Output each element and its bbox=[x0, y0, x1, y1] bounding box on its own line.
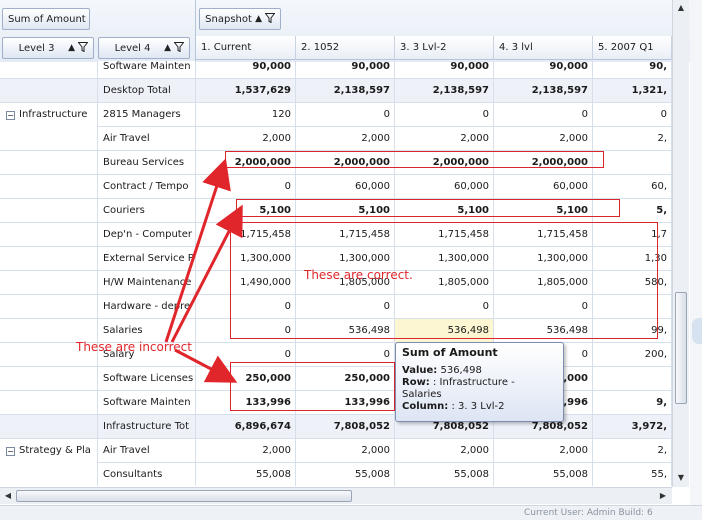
incorrect-annotation: These are incorrect bbox=[76, 340, 192, 354]
correct-annotation: These are correct. bbox=[304, 268, 413, 282]
tooltip-row-line: Row: : Infrastructure - Salaries bbox=[402, 377, 515, 400]
annotation-arrows bbox=[164, 158, 243, 383]
status-bar: Current User: Admin Build: 6 bbox=[0, 505, 702, 520]
tooltip-column-line: Column: : 3. 3 Lvl-2 bbox=[402, 401, 505, 412]
tooltip-title: Sum of Amount bbox=[402, 346, 498, 359]
tooltip-value-line: Value: 536,498 bbox=[402, 365, 482, 376]
value-tooltip: Sum of Amount Value: 536,498 Row: : Infr… bbox=[395, 342, 564, 422]
